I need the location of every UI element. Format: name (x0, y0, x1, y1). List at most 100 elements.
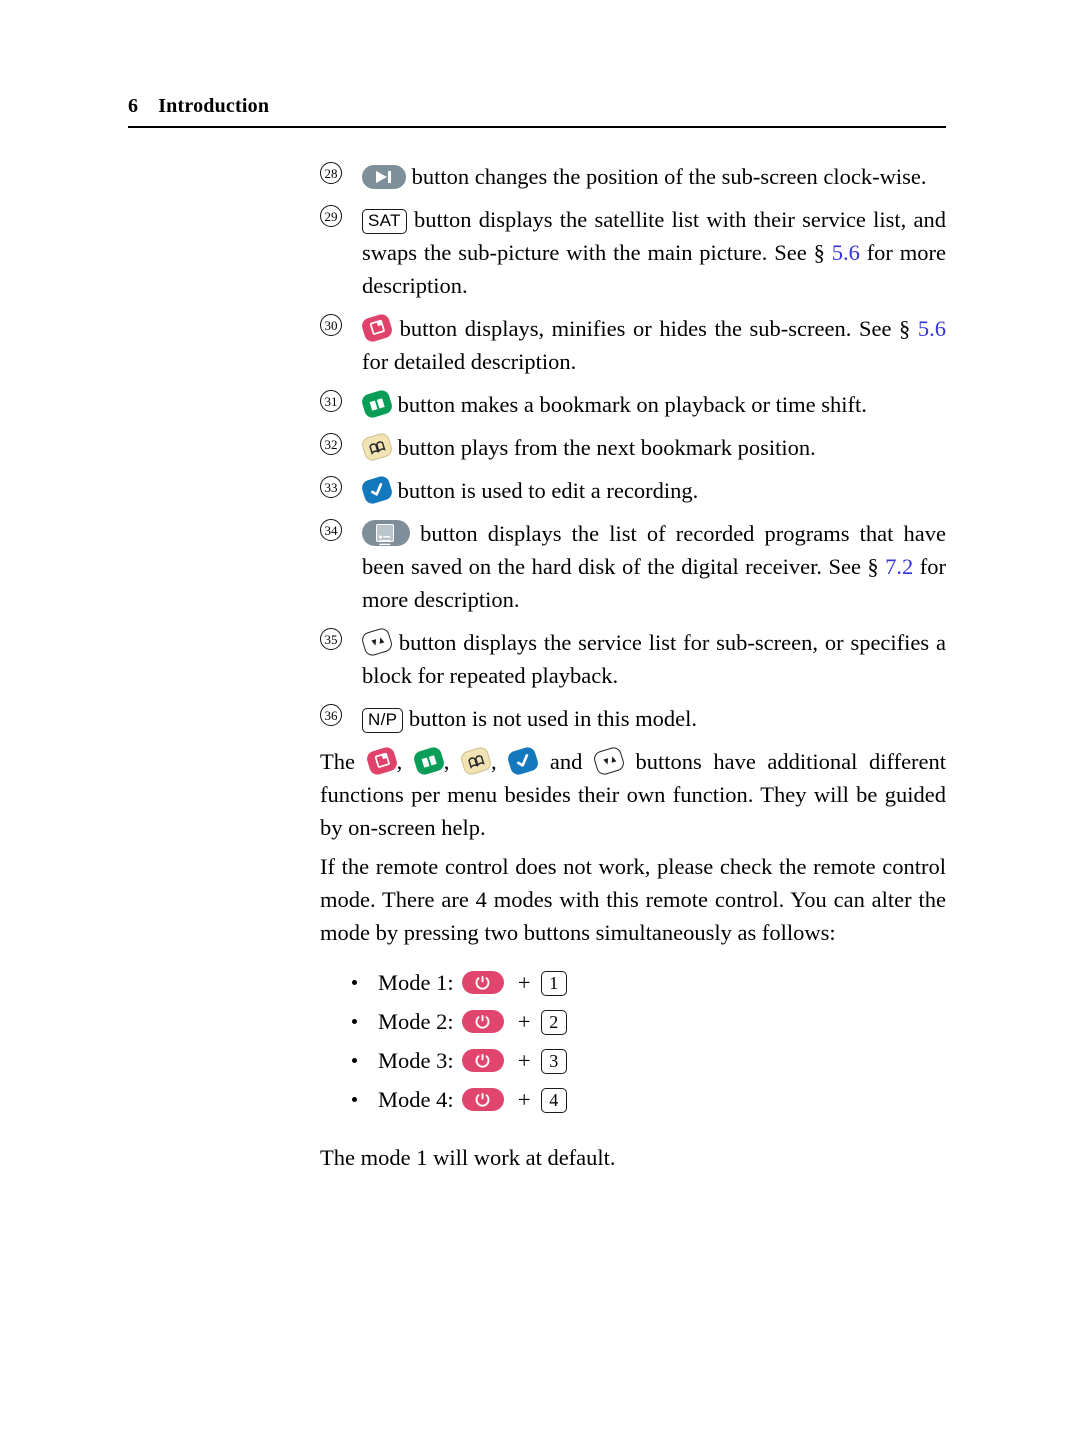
remote-mode-paragraph: If the remote control does not work, ple… (320, 854, 946, 945)
comma-3: , (491, 749, 497, 774)
bullet-dot (352, 980, 357, 985)
checkmark-glyph (517, 754, 529, 767)
item-text-tail: for detailed description. (362, 349, 577, 374)
list-item: Mode 3: + 3 (320, 1041, 946, 1080)
skip-next-glyph (376, 171, 391, 183)
sub-screen-glyph (374, 752, 390, 768)
sat-keycap[interactable]: SAT (362, 209, 407, 234)
open-book-glyph (468, 755, 485, 769)
header-rule (128, 126, 946, 128)
power-button-icon[interactable] (462, 1088, 505, 1111)
blue-check-edit-button-icon[interactable] (360, 474, 394, 506)
item-number: 33 (320, 476, 342, 498)
power-button-icon[interactable] (462, 971, 505, 994)
mode-label: Mode 4: (378, 1087, 454, 1112)
item-text: button displays, minifies or hides the s… (399, 316, 911, 341)
closing-paragraph: The mode 1 will work at default. (320, 1145, 616, 1170)
np-keycap[interactable]: N/P (362, 708, 404, 733)
list-glyph (376, 524, 394, 546)
power-glyph (475, 1093, 490, 1107)
conjunction-and: and (549, 749, 583, 774)
comma-2: , (443, 749, 450, 774)
bookmark-book-glyph (369, 398, 385, 411)
additional-functions-paragraph: The , , , and buttons have additional di… (320, 745, 946, 844)
up-down-arrows-glyph (371, 637, 385, 646)
item-body: N/P button is not used in this model. (362, 702, 946, 735)
item-number: 36 (320, 704, 342, 726)
plus-sign: + (517, 1048, 531, 1073)
item-body: button displays the list of recorded pro… (362, 517, 946, 616)
power-button-icon[interactable] (462, 1010, 505, 1033)
list-item: Mode 4: + 4 (320, 1080, 946, 1119)
green-bookmark-button-icon[interactable] (360, 388, 394, 420)
item-number: 30 (320, 314, 342, 336)
green-bookmark-button-icon[interactable] (411, 745, 446, 777)
item-marker: 35 (320, 628, 350, 650)
pink-sub-screen-button-icon[interactable] (364, 745, 399, 777)
item-marker: 32 (320, 433, 350, 455)
item-body: button plays from the next bookmark posi… (360, 431, 946, 464)
up-down-arrows-glyph (603, 756, 617, 765)
mode-label: Mode 2: (378, 1009, 454, 1034)
white-arrows-service-list-button-icon[interactable] (360, 626, 394, 658)
list-item: 35 button displays the service list for … (320, 626, 946, 692)
list-item: 30 button displays, minifies or hides th… (320, 312, 946, 378)
recorded-programs-list-button-icon[interactable] (362, 520, 410, 546)
item-text: button displays the list of recorded pro… (362, 521, 946, 579)
section-link[interactable]: 7.2 (885, 554, 913, 579)
mode-label: Mode 1: (378, 970, 454, 995)
digit-keycap[interactable]: 4 (541, 1088, 567, 1113)
bullet-dot (352, 1019, 357, 1024)
item-number: 31 (320, 390, 342, 412)
pink-sub-screen-button-icon[interactable] (360, 312, 394, 344)
digit-keycap[interactable]: 1 (541, 971, 567, 996)
bullet-dot (352, 1097, 357, 1102)
power-glyph (475, 976, 490, 990)
list-lines (379, 535, 391, 546)
item-number: 28 (320, 162, 342, 184)
list-item: 34 button displays the list of recorded … (320, 517, 946, 616)
list-item: Mode 1: + 1 (320, 963, 946, 1002)
item-text: button is not used in this model. (408, 706, 698, 731)
section-link[interactable]: 5.6 (918, 316, 946, 341)
list-item: 29 SAT button displays the satellite lis… (320, 203, 946, 302)
list-item: 31 button makes a bookmark on playback o… (320, 388, 946, 421)
blue-check-edit-button-icon[interactable] (506, 745, 541, 777)
item-number: 34 (320, 519, 342, 541)
chapter-title: Introduction (158, 95, 270, 117)
section-link[interactable]: 5.6 (832, 240, 860, 265)
power-glyph (475, 1054, 490, 1068)
list-item: 33 button is used to edit a recording. (320, 474, 946, 507)
item-text: button makes a bookmark on playback or t… (397, 392, 867, 417)
power-glyph (475, 1015, 490, 1029)
bullet-dot (352, 1058, 357, 1063)
power-button-icon[interactable] (462, 1049, 505, 1072)
white-arrows-service-list-button-icon[interactable] (592, 745, 626, 777)
cream-bookmark-jump-button-icon[interactable] (459, 745, 493, 777)
list-item: Mode 2: + 2 (320, 1002, 946, 1041)
cream-bookmark-jump-button-icon[interactable] (360, 431, 394, 463)
item-body: button displays the service list for sub… (360, 626, 946, 692)
bookmark-book-glyph (421, 755, 437, 768)
item-marker: 31 (320, 390, 350, 412)
digit-keycap[interactable]: 2 (541, 1010, 567, 1035)
item-marker: 30 (320, 314, 350, 336)
list-item: 28 button changes the position of the su… (320, 160, 946, 193)
item-text: button plays from the next bookmark posi… (397, 435, 816, 460)
item-marker: 28 (320, 162, 350, 184)
skip-next-button-icon[interactable] (362, 165, 406, 189)
item-text: button displays the service list for sub… (362, 630, 946, 688)
comma-1: , (396, 749, 403, 774)
item-body: button displays, minifies or hides the s… (360, 312, 946, 378)
digit-keycap[interactable]: 3 (541, 1049, 567, 1074)
open-book-glyph (369, 441, 386, 455)
mode-list: Mode 1: + 1 Mode 2: + 2 Mode 3: + 3 Mode… (320, 963, 946, 1119)
item-text: button is used to edit a recording. (397, 478, 699, 503)
item-body: button changes the position of the sub-s… (362, 160, 946, 193)
page-number: 6 (128, 95, 139, 117)
item-marker: 33 (320, 476, 350, 498)
item-number: 35 (320, 628, 342, 650)
list-item: 36 N/P button is not used in this model. (320, 702, 946, 735)
paragraph-lead: The (320, 749, 355, 774)
running-header: 6 Introduction (128, 95, 946, 118)
